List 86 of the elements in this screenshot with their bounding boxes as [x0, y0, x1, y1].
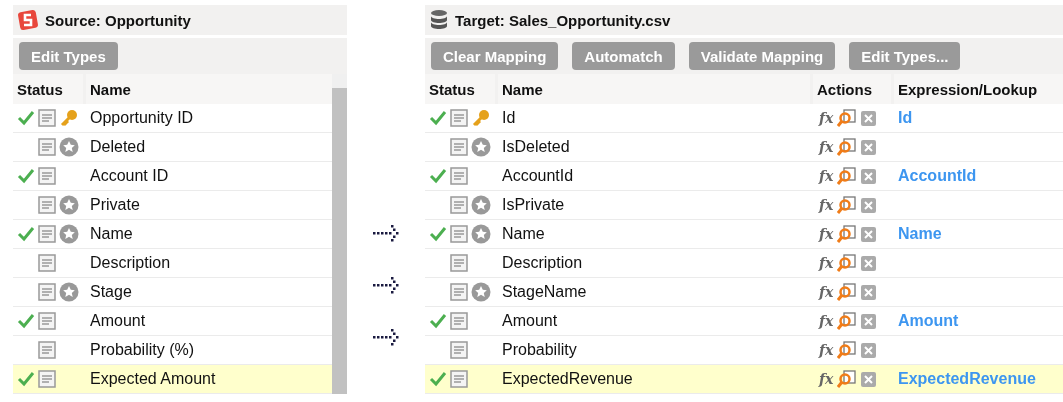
field-name: IsPrivate — [501, 195, 566, 215]
column-header: Name — [86, 74, 332, 104]
lookup-icon[interactable] — [837, 341, 858, 359]
document-icon — [38, 341, 56, 359]
field-row[interactable]: Expected Amount — [13, 365, 332, 394]
document-icon — [38, 254, 56, 272]
document-icon — [38, 283, 56, 301]
document-icon — [38, 138, 56, 156]
delete-icon[interactable] — [861, 197, 877, 213]
database-icon — [429, 9, 449, 31]
field-name: Probability (%) — [89, 340, 196, 360]
field-name: AccountId — [501, 166, 575, 186]
field-name: Account ID — [89, 166, 170, 186]
function-button[interactable]: fx — [819, 168, 834, 184]
logo-icon — [17, 9, 39, 31]
field-name: IsDeleted — [501, 137, 571, 157]
lookup-icon[interactable] — [837, 254, 858, 272]
lookup-icon[interactable] — [837, 225, 858, 243]
function-button[interactable]: fx — [819, 226, 834, 242]
delete-icon[interactable] — [861, 284, 877, 300]
scrollbar[interactable] — [332, 74, 347, 394]
delete-icon[interactable] — [861, 371, 877, 387]
document-icon — [450, 370, 468, 388]
lookup-icon[interactable] — [837, 370, 858, 388]
field-name: Amount — [89, 311, 147, 331]
document-icon — [38, 196, 56, 214]
document-icon — [450, 312, 468, 330]
lookup-icon[interactable] — [837, 167, 858, 185]
field-name: Private — [89, 195, 141, 215]
column-header: Status — [13, 74, 83, 104]
field-name: Name — [89, 224, 134, 244]
function-button[interactable]: fx — [819, 197, 834, 213]
field-name: StageName — [501, 282, 588, 302]
lookup-icon[interactable] — [837, 109, 858, 127]
field-row[interactable]: ExpectedRevenue fx ExpectedRevenue — [425, 365, 1063, 394]
document-icon — [38, 312, 56, 330]
function-button[interactable]: fx — [819, 110, 834, 126]
document-icon — [450, 225, 468, 243]
delete-icon[interactable] — [861, 168, 877, 184]
function-button[interactable]: fx — [819, 139, 834, 155]
delete-icon[interactable] — [861, 313, 877, 329]
document-icon — [450, 138, 468, 156]
lookup-icon[interactable] — [837, 312, 858, 330]
document-icon — [450, 167, 468, 185]
document-icon — [450, 109, 468, 127]
delete-icon[interactable] — [861, 110, 877, 126]
mapping-arrow-icon — [371, 327, 401, 347]
delete-icon[interactable] — [861, 255, 877, 271]
panel-title: Source: Opportunity — [45, 11, 191, 29]
field-name: Id — [501, 108, 517, 128]
field-name: Amount — [501, 311, 559, 331]
document-icon — [38, 109, 56, 127]
lookup-icon[interactable] — [837, 283, 858, 301]
field-name: Name — [501, 224, 546, 244]
delete-icon[interactable] — [861, 139, 877, 155]
function-button[interactable]: fx — [819, 342, 834, 358]
document-icon — [450, 341, 468, 359]
column-header: Name — [498, 74, 810, 104]
field-name: Deleted — [89, 137, 147, 157]
document-icon — [450, 254, 468, 272]
field-name: Stage — [89, 282, 133, 302]
delete-icon[interactable] — [861, 342, 877, 358]
field-name: ExpectedRevenue — [501, 369, 634, 389]
field-name: Opportunity ID — [89, 108, 195, 128]
function-button[interactable]: fx — [819, 371, 834, 387]
column-header: Expression/Lookup — [894, 74, 1063, 104]
field-name: Probability — [501, 340, 578, 360]
document-icon — [450, 283, 468, 301]
document-icon — [38, 225, 56, 243]
document-icon — [450, 196, 468, 214]
document-icon — [38, 167, 56, 185]
lookup-icon[interactable] — [837, 138, 858, 156]
field-name: Description — [89, 253, 172, 273]
function-button[interactable]: fx — [819, 255, 834, 271]
field-name: Description — [501, 253, 584, 273]
lookup-icon[interactable] — [837, 196, 858, 214]
function-button[interactable]: fx — [819, 313, 834, 329]
panel-title: Target: Sales_Opportunity.csv — [455, 11, 671, 29]
column-header: Status — [425, 74, 495, 104]
document-icon — [38, 370, 56, 388]
field-name: Expected Amount — [89, 369, 217, 389]
mapping-arrow-icon — [371, 223, 401, 243]
column-header: Actions — [813, 74, 891, 104]
delete-icon[interactable] — [861, 226, 877, 242]
function-button[interactable]: fx — [819, 284, 834, 300]
mapping-arrow-icon — [371, 275, 401, 295]
